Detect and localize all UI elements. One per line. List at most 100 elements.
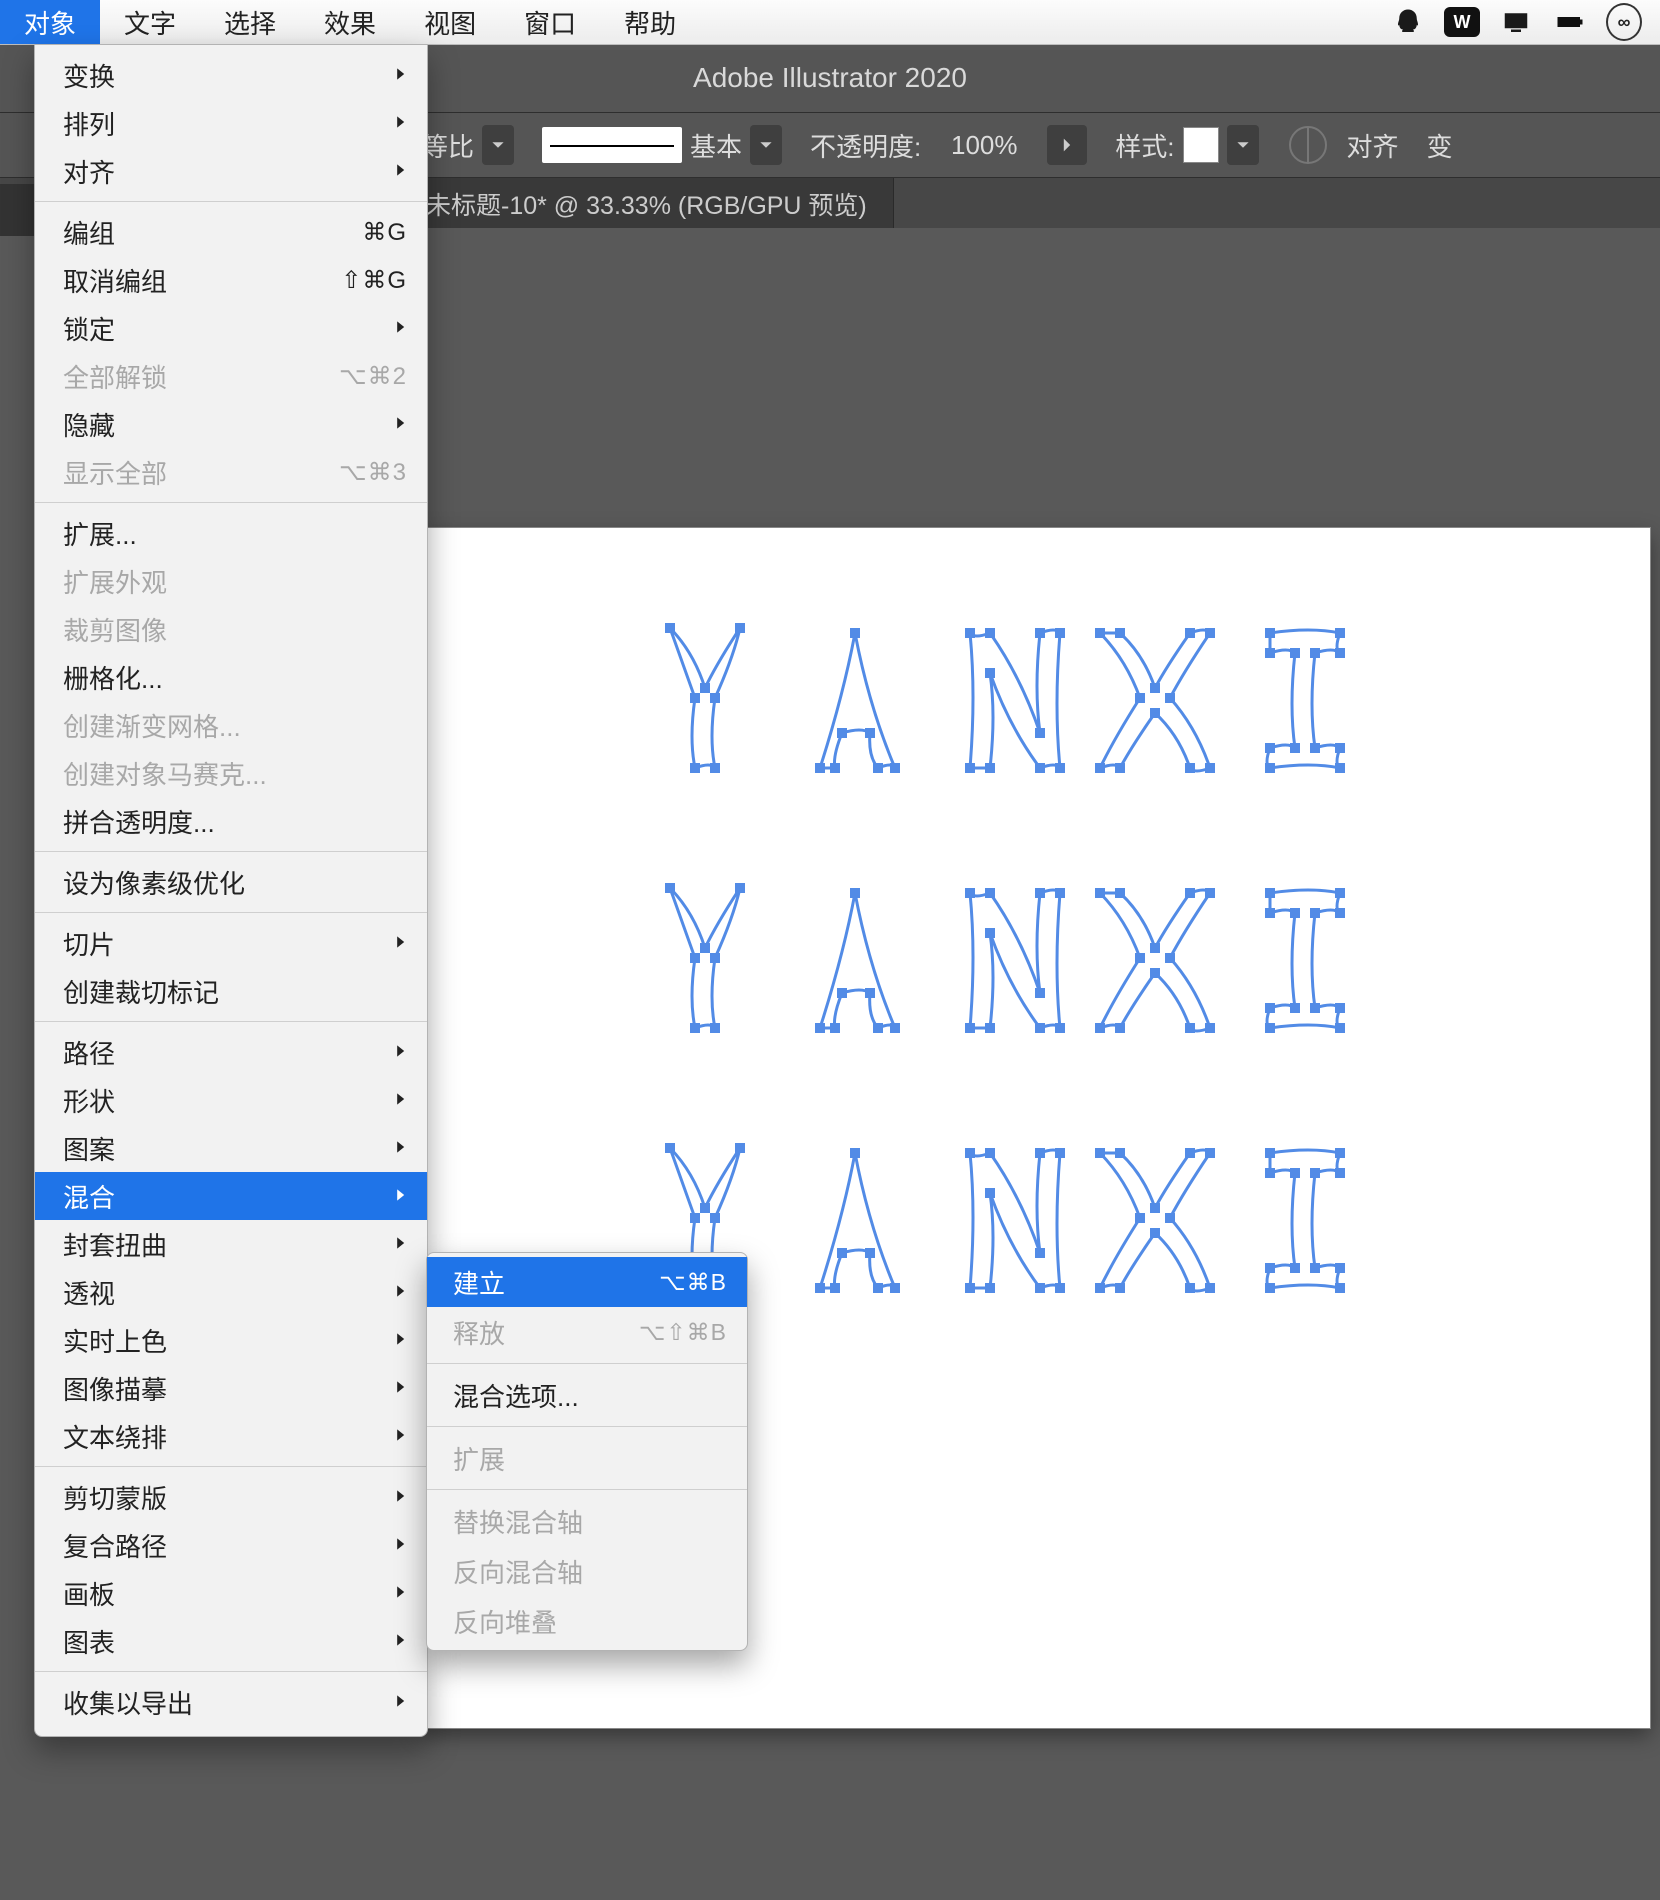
menu-item-label: 栅格化... [63,659,163,696]
menu-item[interactable]: 图案 [35,1124,427,1172]
menu-item-label: 拼合透明度... [63,803,215,840]
submenu-arrow-icon [393,932,407,955]
wps-icon[interactable]: W [1444,4,1480,40]
recolor-icon[interactable] [1289,126,1327,164]
menu-item[interactable]: 扩展... [35,509,427,557]
menu-item-label: 全部解锁 [63,358,167,395]
object-menu-panel: 变换排列对齐编组⌘G取消编组⇧⌘G锁定全部解锁⌥⌘2隐藏显示全部⌥⌘3扩展...… [34,44,428,1737]
menu-item-shortcut: ⌥⌘2 [339,362,407,391]
menu-item-label: 锁定 [63,310,115,347]
menu-item[interactable]: 收集以导出 [35,1678,427,1726]
menu-item[interactable]: 剪切蒙版 [35,1473,427,1521]
menu-item[interactable]: 锁定 [35,304,427,352]
menu-item-label: 扩展... [63,515,137,552]
submenu-arrow-icon [393,1041,407,1064]
menu-item[interactable]: 复合路径 [35,1521,427,1569]
menu-item[interactable]: 文本绕排 [35,1412,427,1460]
menu-item[interactable]: 排列 [35,99,427,147]
system-tray: W ∞ [1390,0,1660,44]
menu-item-label: 混合 [63,1178,115,1215]
menu-item[interactable]: 图像描摹 [35,1364,427,1412]
selected-text-row[interactable] [420,618,1650,848]
menu-item-label: 切片 [63,925,115,962]
submenu-item[interactable]: 建立⌥⌘B [427,1257,747,1307]
document-tab-label: 未标题-10* @ 33.33% (RGB/GPU 预览) [426,186,867,222]
menu-item-label: 剪切蒙版 [63,1479,167,1516]
submenu-item-label: 反向混合轴 [453,1553,583,1590]
menu-item[interactable]: 取消编组⇧⌘G [35,256,427,304]
submenu-item: 释放⌥⇧⌘B [427,1307,747,1357]
style-dropdown[interactable] [1227,125,1259,165]
stroke-preview[interactable] [542,127,682,163]
menu-item: 创建渐变网格... [35,701,427,749]
submenu-arrow-icon [393,1582,407,1605]
submenu-item: 反向混合轴 [427,1546,747,1596]
display-icon[interactable] [1498,4,1534,40]
menu-item[interactable]: 拼合透明度... [35,797,427,845]
submenu-item: 替换混合轴 [427,1496,747,1546]
style-swatch[interactable] [1183,127,1219,163]
menu-item[interactable]: 设为像素级优化 [35,858,427,906]
menu-item-label: 显示全部 [63,454,167,491]
menu-item[interactable]: 隐藏 [35,400,427,448]
submenu-arrow-icon [393,1137,407,1160]
menu-item[interactable]: 实时上色 [35,1316,427,1364]
scale-mode-dropdown[interactable] [482,125,514,165]
menu-item[interactable]: 编组⌘G [35,208,427,256]
menu-item[interactable]: 创建裁切标记 [35,967,427,1015]
opacity-value[interactable]: 100% [929,130,1039,161]
menu-item-label: 透视 [63,1274,115,1311]
submenu-arrow-icon [393,1691,407,1714]
opacity-stepper[interactable] [1047,125,1087,165]
menubar-item-0[interactable]: 对象 [0,0,100,44]
submenu-item-label: 扩展 [453,1440,505,1477]
menu-item[interactable]: 透视 [35,1268,427,1316]
qq-icon[interactable] [1390,4,1426,40]
menu-item-shortcut: ⌘G [362,218,407,247]
menu-item-label: 裁剪图像 [63,611,167,648]
app-title: Adobe Illustrator 2020 [693,62,967,94]
transform-label-truncated[interactable]: 变 [1427,127,1453,164]
submenu-item[interactable]: 混合选项... [427,1370,747,1420]
menu-item-label: 排列 [63,105,115,142]
wps-badge-text: W [1454,12,1471,33]
menu-item[interactable]: 画板 [35,1569,427,1617]
menu-item[interactable]: 路径 [35,1028,427,1076]
menu-item-label: 创建渐变网格... [63,707,241,744]
menu-item[interactable]: 封套扭曲 [35,1220,427,1268]
battery-icon[interactable] [1552,4,1588,40]
opacity-label: 不透明度: [810,127,921,164]
menu-item[interactable]: 切片 [35,919,427,967]
stroke-style-dropdown[interactable] [750,125,782,165]
submenu-arrow-icon [393,1281,407,1304]
menu-item[interactable]: 混合 [35,1172,427,1220]
creative-cloud-icon[interactable]: ∞ [1606,4,1642,40]
menubar-item-1[interactable]: 文字 [100,0,200,44]
menu-item-label: 对齐 [63,153,115,190]
menu-item-label: 形状 [63,1082,115,1119]
stroke-style-label: 基本 [690,127,742,164]
menu-item-label: 隐藏 [63,406,115,443]
menu-item-label: 图像描摹 [63,1370,167,1407]
align-label[interactable]: 对齐 [1347,127,1399,164]
system-menubar: 对象文字选择效果视图窗口帮助 W ∞ [0,0,1660,45]
menubar-item-5[interactable]: 窗口 [500,0,600,44]
menu-item[interactable]: 栅格化... [35,653,427,701]
submenu-arrow-icon [393,1089,407,1112]
menu-item-label: 收集以导出 [63,1684,193,1721]
menu-item[interactable]: 对齐 [35,147,427,195]
submenu-arrow-icon [393,1185,407,1208]
menu-item[interactable]: 图表 [35,1617,427,1665]
menubar-item-6[interactable]: 帮助 [600,0,700,44]
selected-text-row[interactable] [420,878,1650,1108]
menu-item-label: 扩展外观 [63,563,167,600]
menu-item-label: 复合路径 [63,1527,167,1564]
menubar-item-4[interactable]: 视图 [400,0,500,44]
menu-item: 裁剪图像 [35,605,427,653]
submenu-arrow-icon [393,1233,407,1256]
menubar-item-2[interactable]: 选择 [200,0,300,44]
menubar-item-3[interactable]: 效果 [300,0,400,44]
menu-item[interactable]: 变换 [35,51,427,99]
menu-item[interactable]: 形状 [35,1076,427,1124]
document-tab[interactable]: 未标题-10* @ 33.33% (RGB/GPU 预览) [400,178,894,230]
